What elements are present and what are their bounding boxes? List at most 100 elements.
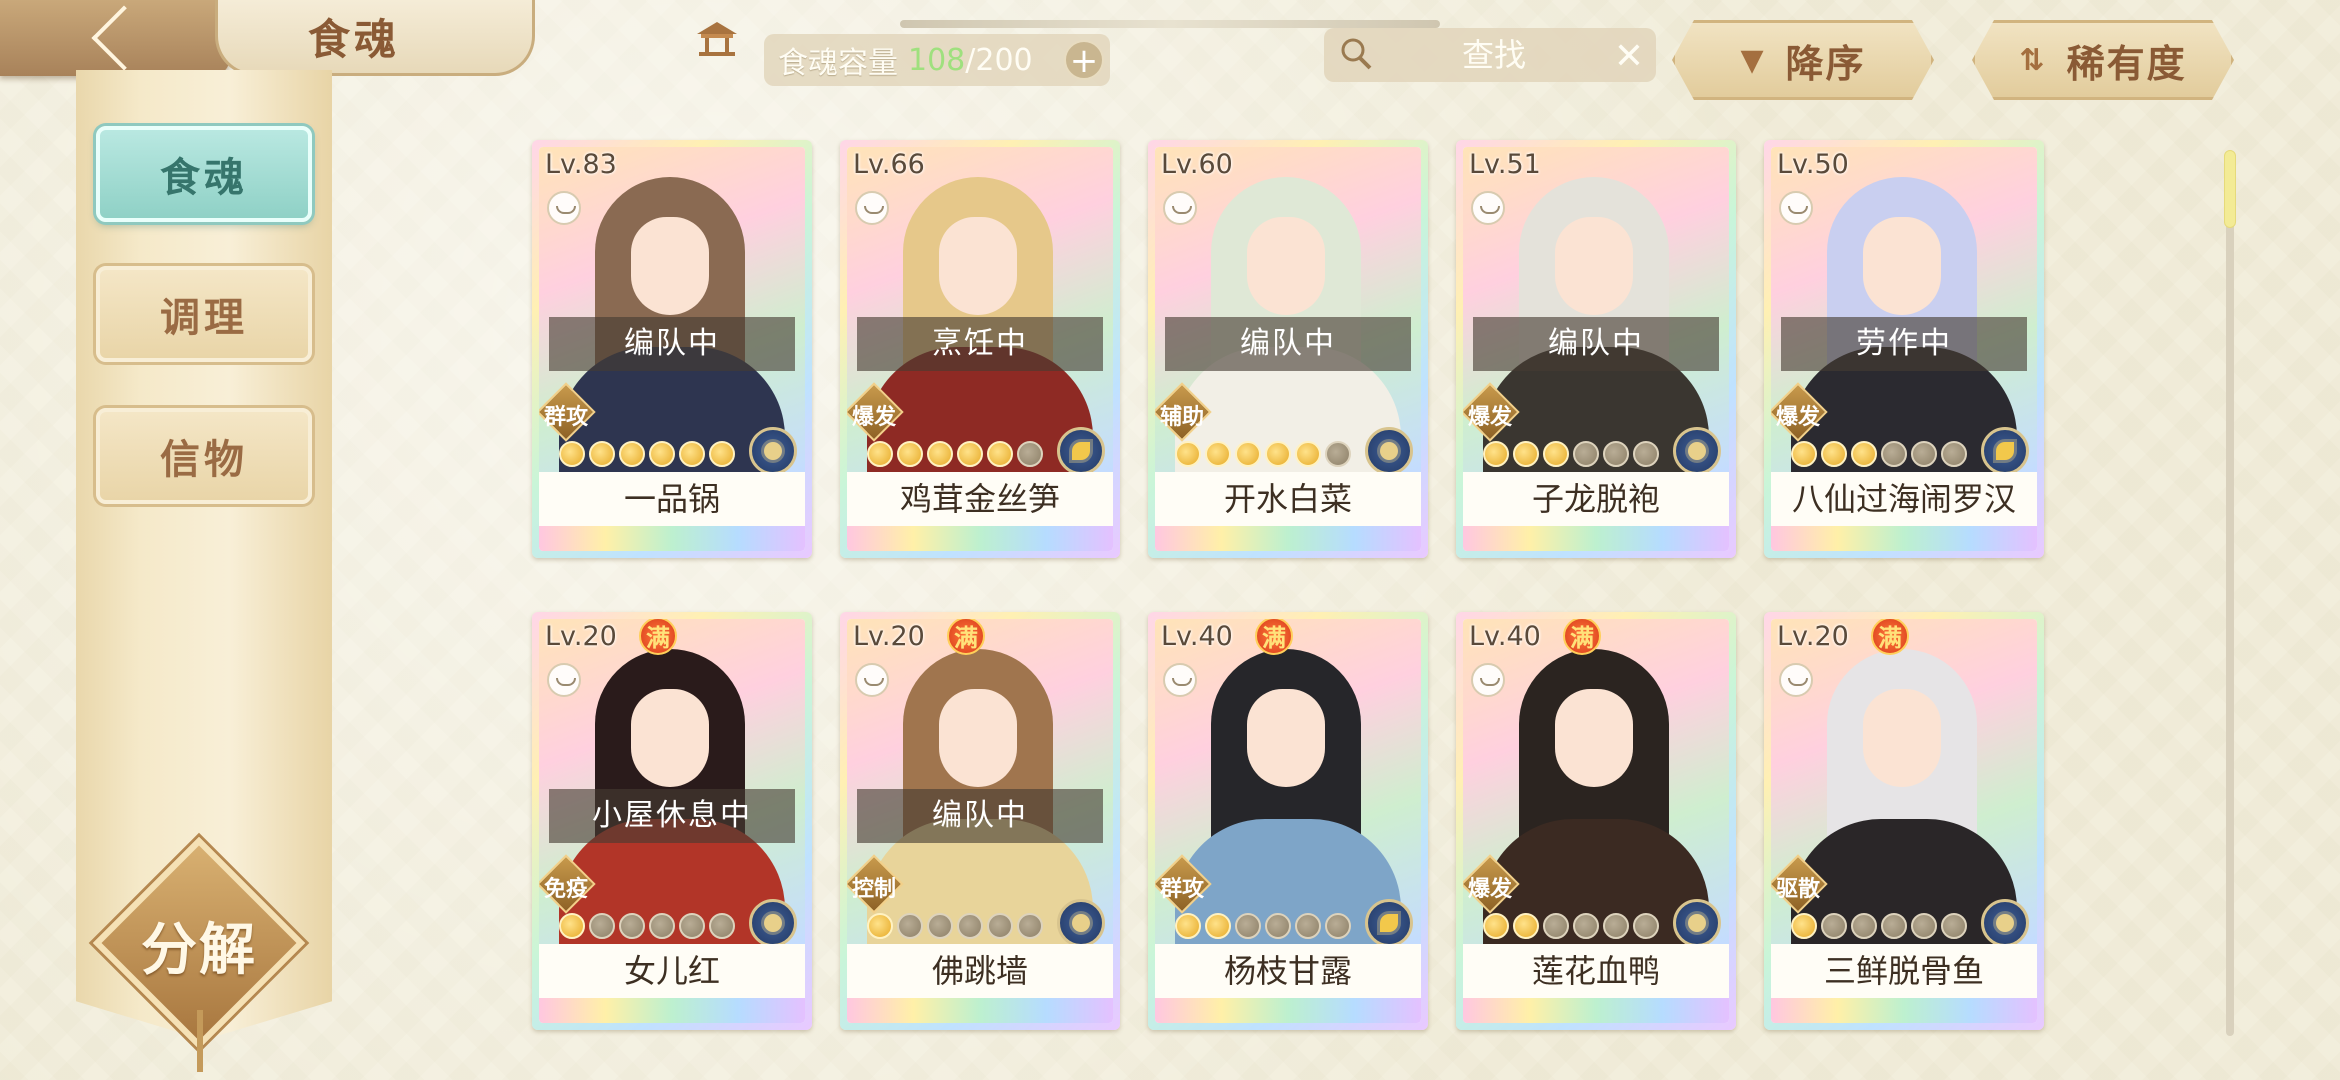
card-inner: Lv.40 满群攻 杨枝甘露 <box>1155 619 1421 1023</box>
card-inner: Lv.51 编队中 爆发 子龙脱袍 <box>1463 147 1729 551</box>
star-rating <box>867 913 1043 943</box>
level-label: Lv.40 <box>1469 621 1541 652</box>
element-icon <box>1365 899 1413 944</box>
portrait-face <box>1555 689 1633 787</box>
element-icon <box>1981 427 2029 472</box>
character-portrait: Lv.40 满群攻 <box>1155 619 1421 944</box>
bowl-icon <box>1471 191 1505 225</box>
character-portrait: Lv.51 编队中 爆发 <box>1463 147 1729 472</box>
role-label: 免疫 <box>543 877 588 902</box>
role-badge: 群攻 <box>539 382 596 442</box>
star-rating <box>867 441 1043 471</box>
card-name: 女儿红 <box>539 944 805 998</box>
food-soul-card[interactable]: Lv.51 编队中 爆发 子龙脱袍 <box>1456 140 1736 558</box>
rarity-strip <box>1155 998 1421 1023</box>
bowl-icon <box>547 191 581 225</box>
star-icon <box>1791 913 1817 939</box>
role-label: 控制 <box>851 877 896 902</box>
card-name: 三鲜脱骨鱼 <box>1771 944 2037 998</box>
food-soul-card[interactable]: Lv.60 编队中 辅助 开水白菜 <box>1148 140 1428 558</box>
capacity-add-button[interactable]: + <box>1064 40 1104 80</box>
hall-icon[interactable] <box>693 18 741 58</box>
food-soul-card[interactable]: Lv.66 烹饪中 爆发 鸡茸金丝笋 <box>840 140 1120 558</box>
star-icon <box>1205 913 1231 939</box>
portrait-face <box>1863 689 1941 787</box>
sort-order-button[interactable]: ▼ 降序 <box>1672 20 1934 100</box>
star-icon <box>1295 441 1321 467</box>
food-soul-card[interactable]: Lv.20 满驱散 三鲜脱骨鱼 <box>1764 612 2044 1030</box>
food-soul-card[interactable]: Lv.83 编队中 群攻 一品锅 <box>532 140 812 558</box>
card-name: 一品锅 <box>539 472 805 526</box>
star-rating <box>1483 441 1659 471</box>
role-label: 爆发 <box>1775 405 1820 430</box>
star-rating <box>1483 913 1659 943</box>
portrait-face <box>939 689 1017 787</box>
level-label: Lv.83 <box>545 149 617 180</box>
role-badge: 免疫 <box>539 854 596 914</box>
star-icon <box>559 913 585 939</box>
star-icon <box>1175 913 1201 939</box>
star-icon <box>679 913 705 939</box>
level-label: Lv.20 <box>545 621 617 652</box>
rarity-strip <box>1155 526 1421 551</box>
star-icon <box>709 913 735 939</box>
portrait-face <box>631 689 709 787</box>
search-icon <box>1341 38 1372 70</box>
portrait-face <box>1247 217 1325 315</box>
food-soul-card[interactable]: Lv.40 满爆发 莲花血鸭 <box>1456 612 1736 1030</box>
star-icon <box>1911 913 1937 939</box>
level-label: Lv.66 <box>853 149 925 180</box>
star-icon <box>957 913 983 939</box>
rarity-strip <box>1463 526 1729 551</box>
rarity-strip <box>1463 998 1729 1023</box>
tassel-decoration <box>197 1010 203 1072</box>
role-label: 驱散 <box>1775 877 1820 902</box>
bowl-icon <box>1779 191 1813 225</box>
star-rating <box>1175 441 1351 471</box>
portrait-face <box>631 217 709 315</box>
card-name: 开水白菜 <box>1155 472 1421 526</box>
card-name: 杨枝甘露 <box>1155 944 1421 998</box>
sort-by-button[interactable]: ⇅ 稀有度 <box>1972 20 2234 100</box>
capacity-label: 食魂容量 <box>778 46 898 81</box>
scrollbar-track[interactable] <box>2226 150 2234 1036</box>
element-icon <box>1673 427 1721 472</box>
role-badge: 控制 <box>847 854 904 914</box>
role-badge: 群攻 <box>1155 854 1212 914</box>
star-icon <box>1633 441 1659 467</box>
star-icon <box>1881 913 1907 939</box>
star-icon <box>589 913 615 939</box>
clear-search-icon[interactable]: ✕ <box>1614 36 1644 77</box>
star-rating <box>559 441 735 471</box>
role-badge: 辅助 <box>1155 382 1212 442</box>
star-icon <box>897 441 923 467</box>
food-soul-card[interactable]: Lv.20 满编队中 控制 佛跳墙 <box>840 612 1120 1030</box>
rarity-strip <box>847 526 1113 551</box>
star-icon <box>1603 441 1629 467</box>
card-inner: Lv.20 满驱散 三鲜脱骨鱼 <box>1771 619 2037 1023</box>
level-label: Lv.60 <box>1161 149 1233 180</box>
sort-order-label: 降序 <box>1785 41 1866 86</box>
card-inner: Lv.20 满小屋休息中 免疫 女儿红 <box>539 619 805 1023</box>
capacity-display: 食魂容量 108 /200 + <box>764 34 1110 86</box>
rarity-strip <box>539 998 805 1023</box>
status-label: 烹饪中 <box>857 317 1103 371</box>
role-badge: 爆发 <box>1771 382 1828 442</box>
scrollbar-thumb[interactable] <box>2224 150 2236 228</box>
portrait-face <box>1247 689 1325 787</box>
tab-tokens[interactable]: 信物 <box>96 408 312 504</box>
back-button[interactable] <box>0 0 230 76</box>
food-soul-card[interactable]: Lv.20 满小屋休息中 免疫 女儿红 <box>532 612 812 1030</box>
element-icon <box>1057 899 1105 944</box>
tab-food-souls[interactable]: 食魂 <box>96 126 312 222</box>
tab-seasoning[interactable]: 调理 <box>96 266 312 362</box>
portrait-face <box>939 217 1017 315</box>
star-icon <box>867 913 893 939</box>
star-rating <box>559 913 735 943</box>
food-soul-card[interactable]: Lv.50 劳作中 爆发 八仙过海闹罗汉 <box>1764 140 2044 558</box>
star-icon <box>927 441 953 467</box>
food-soul-card[interactable]: Lv.40 满群攻 杨枝甘露 <box>1148 612 1428 1030</box>
search-input[interactable] <box>1384 34 1604 76</box>
star-icon <box>1235 441 1261 467</box>
decompose-label[interactable]: 分解 <box>116 905 282 983</box>
